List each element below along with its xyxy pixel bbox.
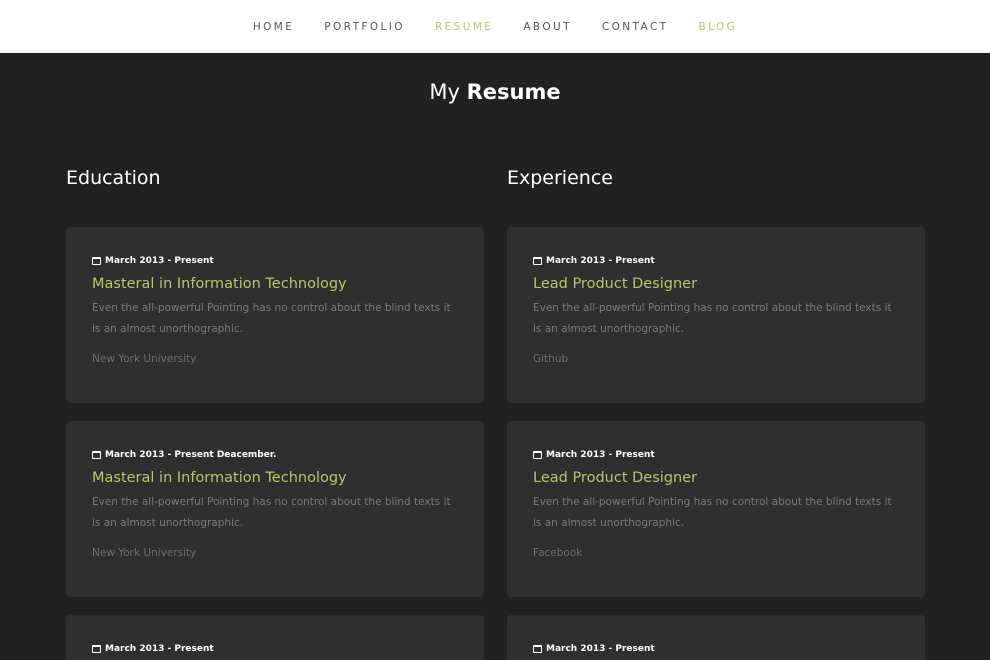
- card-description: Even the all-powerful Pointing has no co…: [533, 496, 892, 529]
- card-date: March 2013 - Present Deacember.: [105, 450, 277, 460]
- calendar-icon: [533, 645, 542, 653]
- card-title: Lead Product Designer: [533, 470, 698, 486]
- card-organization: New York University: [92, 353, 197, 365]
- nav-link-blog[interactable]: BLOG: [699, 21, 738, 33]
- experience-heading: Experience: [507, 167, 613, 189]
- card-description: Even the all-powerful Pointing has no co…: [533, 302, 892, 335]
- experience-card: March 2013 - Present Lead Product Design…: [507, 227, 925, 403]
- card-date: March 2013 - Present: [546, 644, 655, 654]
- calendar-icon: [92, 645, 101, 653]
- card-date: March 2013 - Present: [105, 256, 214, 266]
- nav-link-portfolio[interactable]: PORTFOLIO: [324, 21, 405, 33]
- nav-link-contact[interactable]: CONTACT: [602, 21, 669, 33]
- card-description: Even the all-powerful Pointing has no co…: [92, 302, 451, 335]
- nav-link-home[interactable]: HOME: [253, 21, 294, 33]
- education-card: March 2013 - Present Masteral in Informa…: [66, 227, 484, 403]
- top-navbar: HOME PORTFOLIO RESUME ABOUT CONTACT BLOG: [0, 0, 990, 53]
- nav-link-about[interactable]: ABOUT: [523, 21, 572, 33]
- education-card: March 2013 - Present: [66, 615, 484, 660]
- page-title: My Resume: [0, 80, 990, 104]
- nav-link-resume[interactable]: RESUME: [435, 21, 493, 33]
- card-organization: Facebook: [533, 547, 583, 559]
- card-date: March 2013 - Present: [546, 450, 655, 460]
- page-title-strong: Resume: [466, 80, 561, 104]
- education-card: March 2013 - Present Deacember. Masteral…: [66, 421, 484, 597]
- card-organization: New York University: [92, 547, 197, 559]
- card-date: March 2013 - Present: [546, 256, 655, 266]
- card-organization: Github: [533, 353, 569, 365]
- card-title: Masteral in Information Technology: [92, 276, 347, 292]
- experience-card: March 2013 - Present: [507, 615, 925, 660]
- calendar-icon: [533, 257, 542, 265]
- card-title: Masteral in Information Technology: [92, 470, 347, 486]
- calendar-icon: [92, 451, 101, 459]
- card-description: Even the all-powerful Pointing has no co…: [92, 496, 451, 529]
- experience-card: March 2013 - Present Lead Product Design…: [507, 421, 925, 597]
- education-heading: Education: [66, 167, 161, 189]
- card-date: March 2013 - Present: [105, 644, 214, 654]
- page-title-prefix: My: [429, 80, 460, 104]
- card-title: Lead Product Designer: [533, 276, 698, 292]
- calendar-icon: [533, 451, 542, 459]
- calendar-icon: [92, 257, 101, 265]
